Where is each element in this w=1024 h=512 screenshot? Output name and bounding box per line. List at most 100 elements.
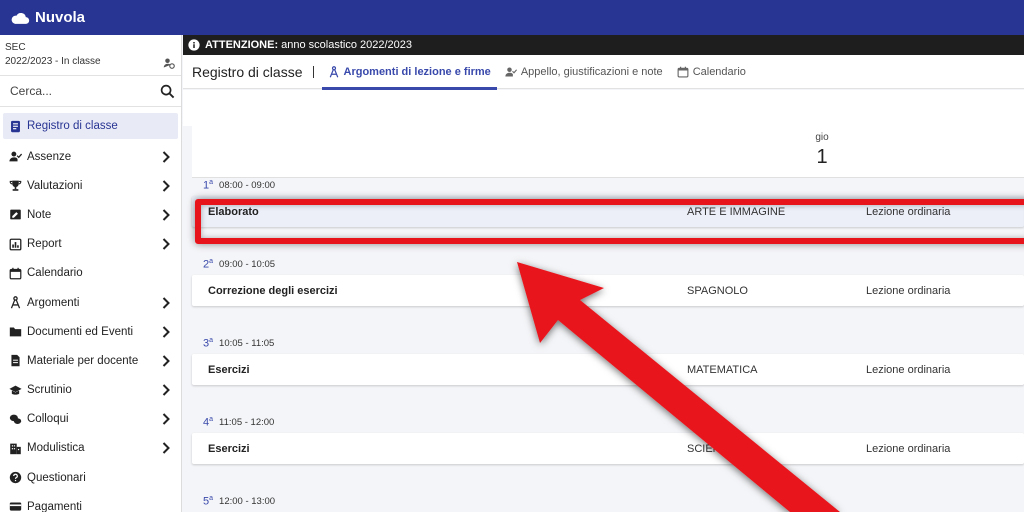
search-icon[interactable] — [160, 84, 175, 99]
chevron-right-icon — [162, 180, 170, 192]
lesson-topic: Esercizi — [208, 364, 250, 376]
trophy-icon — [8, 179, 22, 193]
search-bar — [0, 75, 181, 107]
lesson-type: Lezione ordinaria — [866, 206, 951, 218]
chevron-right-icon — [162, 384, 170, 396]
sidebar-item-label: Report — [27, 238, 62, 251]
sidebar-item-label: Argomenti — [27, 296, 80, 309]
tab-bar: Registro di classe Argomenti di lezione … — [183, 55, 1024, 90]
compass-icon — [8, 296, 22, 310]
notice-bar: ATTENZIONE: anno scolastico 2022/2023 — [183, 35, 1024, 55]
sidebar-item-note[interactable]: Note — [0, 200, 181, 229]
tab-calendario[interactable]: Calendario — [677, 55, 746, 89]
building-icon — [8, 441, 22, 455]
lesson-subject: MATEMATICA — [687, 364, 758, 376]
lesson-slot: 1a 08:00 - 09:00 Elaborato ARTE E IMMAGINE L… — [192, 175, 1024, 227]
chevron-right-icon — [162, 442, 170, 455]
lesson-subject: SCIENZ — [687, 443, 728, 455]
sidebar-item-argomenti[interactable]: Argomenti — [0, 288, 181, 317]
sidebar-item-label: Materiale per docente — [27, 354, 139, 367]
sidebar-item-label: Pagamenti — [27, 500, 82, 512]
sidebar-item-assenze[interactable]: Assenze — [0, 142, 181, 171]
lesson-subject: ARTE E IMMAGINE — [687, 206, 786, 218]
sidebar-item-label: Calendario — [27, 267, 83, 280]
sidebar-item-colloqui[interactable]: Colloqui — [0, 405, 181, 434]
chevron-right-icon — [162, 238, 170, 250]
school-code: SEC — [5, 42, 26, 53]
notice-label: ATTENZIONE: — [205, 39, 279, 51]
slot-ordinal: 4a — [203, 416, 214, 429]
sidebar-item-label: Assenze — [27, 150, 72, 163]
compass-icon — [329, 65, 338, 77]
slot-time-range: 11:05 - 12:00 — [219, 417, 275, 428]
tab-label: Argomenti di lezione e firme — [343, 65, 491, 78]
search-input[interactable] — [10, 84, 150, 98]
chevron-right-icon — [162, 355, 170, 367]
sidebar: SEC 2022/2023 - In classe Registro di cl… — [0, 35, 182, 512]
sidebar-item-report[interactable]: Report — [0, 230, 181, 259]
info-icon — [188, 39, 200, 51]
tab-appello[interactable]: Appello, giustificazioni e note — [505, 55, 663, 89]
lesson-type: Lezione ordinaria — [866, 443, 951, 455]
sidebar-item-scrutinio[interactable]: Scrutinio — [0, 376, 181, 405]
user-check-icon — [8, 150, 22, 164]
calendar-icon — [677, 66, 689, 77]
register-icon — [8, 119, 22, 133]
report-icon — [8, 237, 22, 251]
sidebar-item-label: Documenti ed Eventi — [27, 325, 134, 338]
slot-ordinal: 5a — [203, 495, 214, 508]
slot-time-range: 12:00 - 13:00 — [219, 496, 276, 507]
sidebar-item-label: Scrutinio — [27, 384, 72, 397]
sidebar-item-modulistica[interactable]: Modulistica — [0, 434, 181, 463]
slot-ordinal: 1a — [203, 179, 214, 192]
sidebar-item-calendario[interactable]: Calendario — [0, 259, 181, 288]
lesson-topic: Elaborato — [208, 206, 259, 218]
lesson-slot: 2a 09:00 - 10:05 Correzione degli esercizi… — [192, 254, 1024, 306]
switch-class-icon[interactable] — [163, 57, 175, 69]
sidebar-item-label: Registro di classe — [27, 120, 118, 132]
page-title: Registro di classe — [192, 63, 303, 80]
day-number: 1 — [816, 146, 828, 168]
slot-ordinal: 3a — [203, 337, 214, 350]
chevron-right-icon — [162, 209, 170, 221]
slot-time-range: 10:05 - 11:05 — [219, 338, 275, 349]
graduation-cap-icon — [8, 383, 22, 397]
tab-label: Calendario — [692, 65, 746, 78]
sidebar-item-questionari[interactable]: Questionari — [0, 463, 181, 492]
lesson-topic: Correzione degli esercizi — [208, 285, 338, 297]
sidebar-item-label: Colloqui — [27, 413, 69, 426]
main-panel: ATTENZIONE: anno scolastico 2022/2023 Re… — [183, 35, 1024, 512]
lesson-topic: Esercizi — [208, 443, 250, 455]
slot-time: 4a 11:05 - 12:00 — [192, 412, 1024, 429]
sidebar-item-pagamenti[interactable]: Pagamenti — [0, 492, 181, 512]
user-check-icon — [505, 67, 517, 76]
lesson-row[interactable]: Esercizi SCIENZ Lezione ordinaria — [192, 433, 1024, 464]
lesson-slot: 5a 12:00 - 13:00 — [192, 491, 1024, 508]
question-icon — [8, 471, 22, 485]
slot-time-range: 08:00 - 09:00 — [219, 180, 276, 191]
chevron-right-icon — [162, 150, 170, 163]
note-icon — [8, 208, 22, 222]
folder-icon — [8, 325, 22, 339]
year-class: 2022/2023 - In classe — [5, 56, 101, 67]
lesson-row[interactable]: Esercizi MATEMATICA Lezione ordinaria — [192, 354, 1024, 385]
lesson-row[interactable]: Elaborato ARTE E IMMAGINE Lezione ordinari… — [192, 196, 1024, 227]
sidebar-item-documenti-ed-eventi[interactable]: Documenti ed Eventi — [0, 317, 181, 346]
lessons-content: gio 1 1a 08:00 - 09:00 Elaborato ARTE E IMM… — [183, 90, 1024, 512]
sidebar-item-label: Modulistica — [27, 442, 85, 455]
content-top-strip — [183, 90, 1024, 126]
chevron-right-icon — [162, 296, 170, 309]
lesson-type: Lezione ordinaria — [866, 364, 951, 376]
sidebar-item-valutazioni[interactable]: Valutazioni — [0, 171, 181, 200]
card-icon — [8, 500, 22, 512]
tab-argomenti[interactable]: Argomenti di lezione e firme — [321, 55, 498, 90]
app-title: Nuvola — [35, 9, 86, 26]
sidebar-item-registro-di-classe[interactable]: Registro di classe — [3, 113, 178, 139]
slot-time: 2a 09:00 - 10:05 — [192, 254, 1024, 271]
lesson-row[interactable]: Correzione degli esercizi SPAGNOLO Lezione… — [192, 275, 1024, 306]
chat-icon — [8, 412, 22, 426]
sidebar-item-materiale-per-docente[interactable]: Materiale per docente — [0, 346, 181, 375]
sidebar-item-label: Questionari — [27, 471, 86, 484]
lesson-slot: 4a 11:05 - 12:00 Esercizi SCIENZ Lezione ord… — [192, 412, 1024, 464]
notice-text: anno scolastico 2022/2023 — [281, 39, 413, 51]
